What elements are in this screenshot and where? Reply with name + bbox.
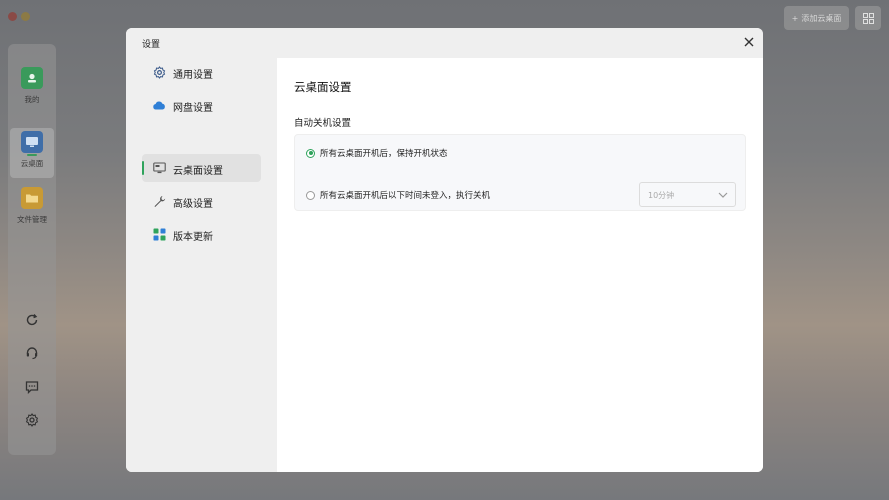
user-icon [21, 67, 43, 89]
nav-item-general[interactable]: 通用设置 [142, 58, 261, 86]
nav-item-label: 版本更新 [173, 232, 213, 243]
grid-view-button[interactable] [855, 6, 881, 30]
gear-icon[interactable] [24, 412, 40, 428]
auto-shutdown-options: 所有云桌面开机后，保持开机状态 所有云桌面开机后以下时间未登入，执行关机 10分… [294, 134, 746, 211]
chevron-down-icon [718, 192, 728, 198]
close-icon [744, 37, 754, 47]
close-button[interactable] [742, 35, 756, 49]
nav-item-advanced[interactable]: 高级设置 [142, 187, 261, 215]
dialog-title: 设置 [142, 40, 161, 50]
nav-item-label: 网盘设置 [173, 103, 213, 114]
sidebar-item-cloud-desktop[interactable]: 云桌面 [8, 131, 56, 169]
option-keep-running[interactable]: 所有云桌面开机后，保持开机状态 [306, 147, 448, 159]
grid-icon [862, 12, 874, 24]
option-keep-running-label: 所有云桌面开机后，保持开机状态 [320, 149, 448, 159]
sidebar-item-mine[interactable]: 我的 [8, 67, 56, 105]
active-indicator [27, 154, 37, 156]
sidebar-item-file-manager[interactable]: 文件管理 [8, 187, 56, 225]
nav-item-cloud-drive[interactable]: 网盘设置 [142, 91, 261, 119]
settings-nav: 通用设置 网盘设置 云桌面设置 高级设置 版本更新 [126, 58, 277, 472]
active-indicator [142, 161, 144, 175]
chat-icon[interactable] [24, 379, 40, 395]
close-window-button[interactable] [8, 12, 17, 21]
apps-icon [152, 227, 166, 241]
dialog-header: 设置 [126, 28, 763, 58]
content-title: 云桌面设置 [294, 80, 352, 94]
nav-item-label: 高级设置 [173, 199, 213, 210]
cloud-icon [152, 98, 166, 112]
desktop-icon [21, 131, 43, 153]
sidebar-item-label: 文件管理 [17, 215, 47, 224]
add-desktop-label: 添加云桌面 [801, 13, 842, 23]
nav-item-label: 通用设置 [173, 70, 213, 81]
gear-icon [152, 65, 166, 79]
section-title: 自动关机设置 [294, 118, 352, 129]
headset-icon[interactable] [24, 345, 40, 361]
minimize-window-button[interactable] [21, 12, 30, 21]
option-auto-shutdown[interactable]: 所有云桌面开机后以下时间未登入，执行关机 [306, 189, 490, 201]
shutdown-delay-value: 10分钟 [648, 191, 675, 200]
settings-dialog: 设置 通用设置 网盘设置 云桌面设置 高级设置 版本更新 云桌面设置 自动关机设… [126, 28, 763, 472]
plus-icon: + [791, 13, 799, 23]
nav-item-label: 云桌面设置 [173, 166, 223, 177]
sidebar-item-label: 云桌面 [20, 159, 44, 168]
nav-item-version-update[interactable]: 版本更新 [142, 220, 261, 248]
add-desktop-button[interactable]: + 添加云桌面 [784, 6, 849, 30]
window-controls [8, 12, 30, 21]
settings-content: 云桌面设置 自动关机设置 所有云桌面开机后，保持开机状态 所有云桌面开机后以下时… [277, 58, 763, 472]
sidebar-item-label: 我的 [24, 95, 40, 104]
app-sidebar: 我的 云桌面 文件管理 [8, 44, 56, 455]
radio-button-checked[interactable] [306, 148, 315, 158]
nav-item-cloud-desktop[interactable]: 云桌面设置 [142, 154, 261, 182]
radio-button[interactable] [306, 190, 315, 200]
desktop-icon [152, 161, 166, 175]
wrench-icon [152, 194, 166, 208]
folder-icon [21, 187, 43, 209]
option-auto-shutdown-label: 所有云桌面开机后以下时间未登入，执行关机 [320, 191, 491, 201]
refresh-icon[interactable] [24, 312, 40, 328]
shutdown-delay-select[interactable]: 10分钟 [639, 182, 736, 207]
